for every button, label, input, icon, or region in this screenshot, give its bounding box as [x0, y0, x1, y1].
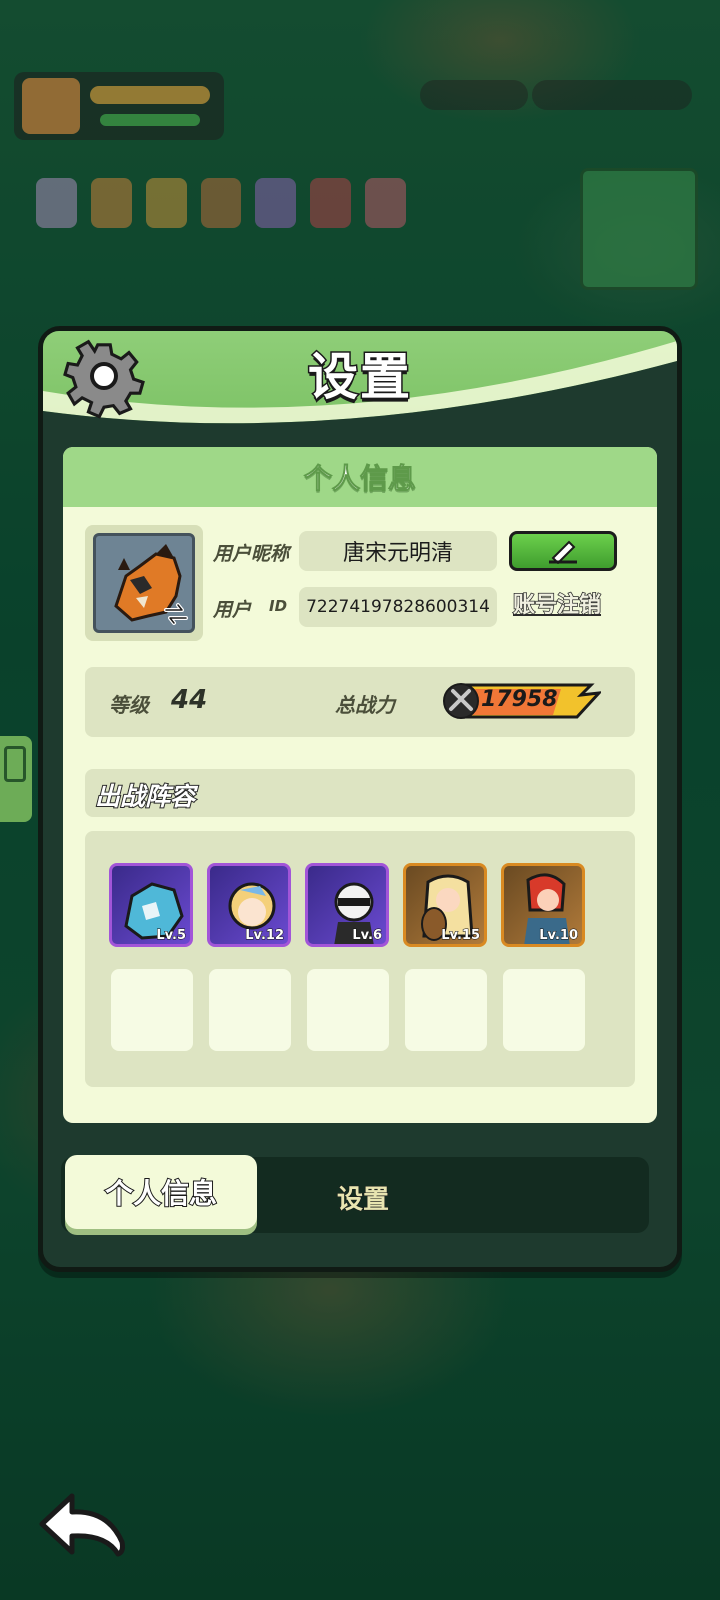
minimap [580, 168, 698, 290]
swap-icon[interactable] [162, 600, 190, 628]
lineup-grid: Lv.5 Lv.12 Lv.6 Lv.15 Lv.10 [85, 831, 635, 1087]
settings-panel: 设置 个人信息 用户昵称 唐宋元明清 用户 ID 722741978286003… [38, 326, 682, 1272]
hero-level: Lv.10 [539, 928, 579, 944]
hud-hero [145, 178, 187, 228]
profile-card: 个人信息 用户昵称 唐宋元明清 用户 ID 72274197828600314 … [63, 447, 657, 1123]
hero-level: Lv.5 [156, 928, 187, 944]
back-arrow-icon[interactable] [36, 1490, 130, 1560]
empty-hero-slot[interactable] [111, 969, 193, 1051]
hero-slot-1[interactable]: Lv.5 [109, 863, 193, 947]
user-id-value: 72274197828600314 [306, 597, 490, 617]
hud-hero [255, 178, 297, 228]
nickname-field: 唐宋元明清 [299, 531, 497, 571]
edit-nickname-button[interactable] [509, 531, 617, 571]
hud-resource-gems [420, 80, 528, 110]
hud-avatar [22, 78, 80, 134]
hero-slot-3[interactable]: Lv.6 [305, 863, 389, 947]
hud-exp-bar [100, 114, 200, 126]
hero-slot-2[interactable]: Lv.12 [207, 863, 291, 947]
lineup-header: 出战阵容 [85, 769, 635, 817]
stats-row: 等级 44 总战力 17958 [85, 667, 635, 737]
power-badge: 17958 [441, 681, 603, 721]
user-id-suffix: ID [269, 597, 288, 615]
empty-hero-slot[interactable] [405, 969, 487, 1051]
nickname-value: 唐宋元明清 [342, 541, 453, 566]
hud-hero [36, 178, 77, 228]
user-id-label: 用户 [213, 599, 252, 621]
lineup-title: 出战阵容 [94, 781, 196, 812]
empty-hero-slot[interactable] [209, 969, 291, 1051]
hero-slot-5[interactable]: Lv.10 [501, 863, 585, 947]
avatar-frame[interactable] [85, 525, 203, 641]
hud-hero-row [36, 178, 407, 234]
side-menu-tab [0, 736, 32, 822]
tab-personal-info-label: 个人信息 [104, 1176, 218, 1211]
cancel-account-link[interactable]: 账号注销 [512, 587, 602, 619]
player-hud [14, 72, 224, 140]
hud-name-bar [90, 86, 210, 104]
nickname-label: 用户昵称 [213, 543, 290, 565]
power-value: 17958 [481, 687, 558, 712]
hud-hero [310, 178, 352, 228]
profile-card-header: 个人信息 [63, 447, 657, 507]
empty-hero-slot[interactable] [307, 969, 389, 1051]
panel-tab-bar: 个人信息 设置 [61, 1155, 649, 1233]
hud-hero [200, 178, 242, 228]
level-label: 等级 [109, 693, 149, 717]
gear-icon[interactable] [59, 331, 149, 421]
hero-level: Lv.6 [352, 928, 383, 944]
hero-level: Lv.12 [245, 928, 285, 944]
hud-hero [365, 178, 407, 228]
user-id-field: 72274197828600314 [299, 587, 497, 627]
tab-personal-info[interactable]: 个人信息 [65, 1155, 257, 1229]
level-value: 44 [171, 685, 208, 715]
hud-resource-coins [532, 80, 692, 110]
hero-level: Lv.15 [441, 928, 481, 944]
hud-hero [90, 178, 132, 228]
power-label: 总战力 [335, 693, 395, 717]
avatar[interactable] [93, 533, 195, 633]
pencil-icon [549, 540, 577, 564]
hero-slot-4[interactable]: Lv.15 [403, 863, 487, 947]
empty-hero-slot[interactable] [503, 969, 585, 1051]
screen-icon [4, 746, 26, 782]
profile-card-title: 个人信息 [303, 462, 416, 496]
tab-settings[interactable]: 设置 [336, 1179, 389, 1216]
